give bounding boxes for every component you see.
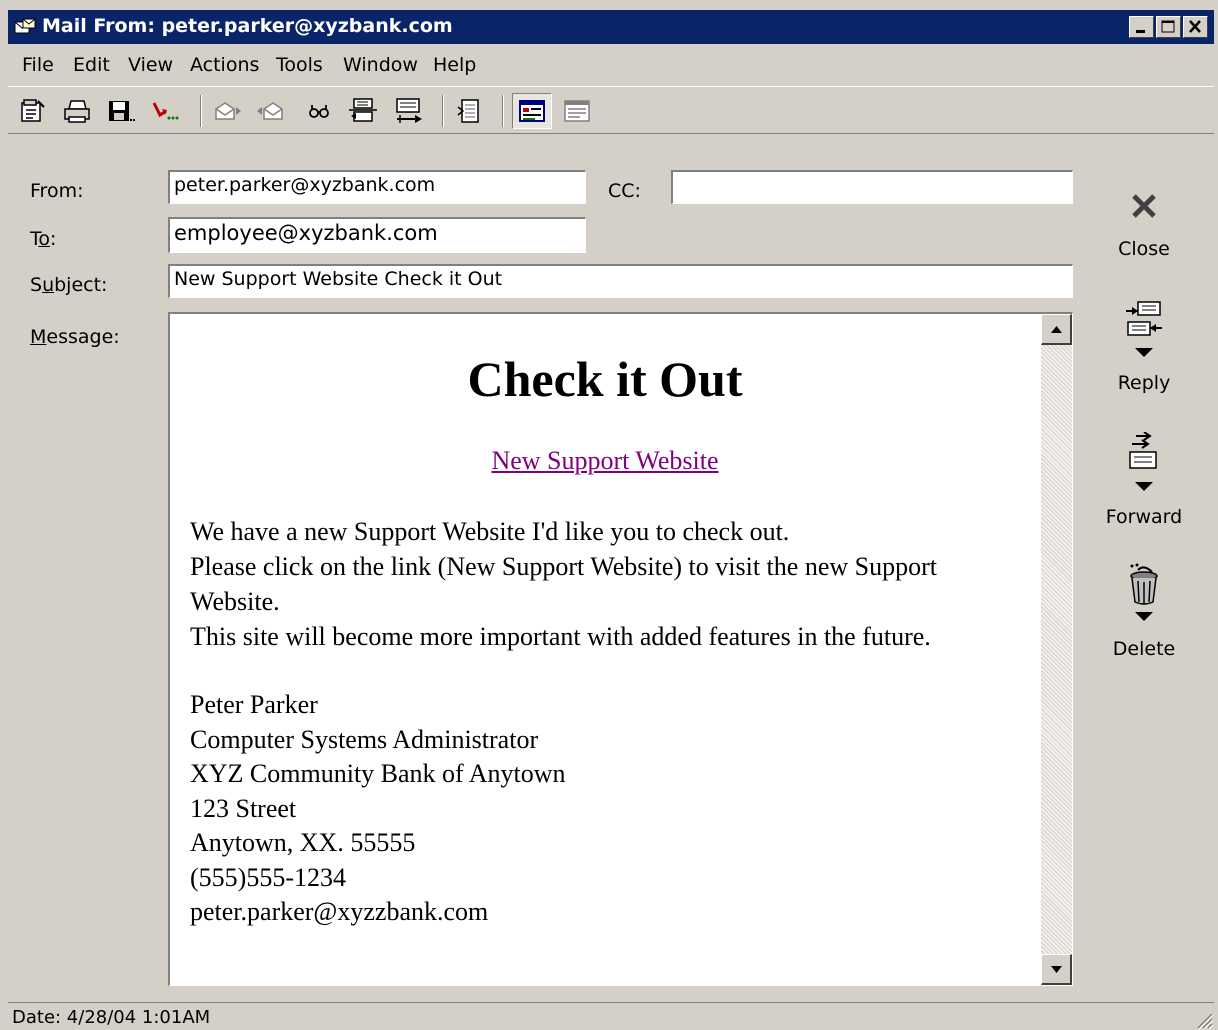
find-icon[interactable] (304, 97, 334, 125)
menu-window[interactable]: Window (343, 54, 418, 76)
signature-line: Anytown, XX. 55555 (190, 828, 416, 857)
menu-view[interactable]: View (128, 54, 173, 76)
delete-button[interactable]: Delete (1098, 558, 1190, 660)
forward-message-icon (1129, 432, 1157, 491)
message-line: Please click on the link (New Support We… (190, 552, 937, 616)
move-to-folder-icon[interactable] (150, 97, 180, 125)
forward-label: Forward (1105, 506, 1183, 528)
message-heading: Check it Out (467, 351, 743, 407)
status-bar: Date: 4/28/04 1:01AM (8, 1002, 1214, 1030)
reply-label: Reply (1117, 372, 1171, 394)
reply-button[interactable]: Reply (1098, 298, 1190, 394)
next-item-icon[interactable] (256, 97, 286, 125)
subject-label: Subject: (30, 274, 108, 296)
scroll-down-button[interactable] (1041, 954, 1072, 985)
menu-edit[interactable]: Edit (73, 54, 110, 76)
html-view-icon (519, 100, 545, 122)
forward-button[interactable]: Forward (1098, 430, 1190, 528)
signature: Peter Parker Computer Systems Administra… (190, 688, 1020, 930)
from-field[interactable]: peter.parker@xyzbank.com (168, 170, 586, 204)
print-icon[interactable] (62, 97, 92, 125)
minimize-button[interactable] (1129, 16, 1154, 38)
text-view-icon[interactable] (562, 97, 592, 125)
address-book-icon[interactable] (454, 97, 484, 125)
signature-line: Peter Parker (190, 690, 318, 719)
reply-to-all-icon[interactable] (348, 97, 378, 125)
arrow-up-icon (1051, 326, 1062, 333)
signature-line: (555)555-1234 (190, 862, 346, 892)
delete-label: Delete (1112, 638, 1176, 660)
reply-icon (1126, 301, 1162, 357)
to-label: To: (30, 228, 57, 250)
resize-grip-icon[interactable] (1192, 1008, 1214, 1030)
mail-message-icon (14, 18, 36, 34)
minimize-icon (1136, 30, 1145, 33)
from-label: From: (30, 180, 84, 202)
properties-icon[interactable] (18, 97, 48, 125)
subject-field[interactable]: New Support Website Check it Out (168, 264, 1073, 298)
close-icon (1189, 20, 1201, 33)
html-view-toggle[interactable] (512, 93, 552, 129)
menu-actions[interactable]: Actions (190, 54, 259, 76)
cc-label: CC: (608, 180, 641, 202)
to-field[interactable]: employee@xyzbank.com (168, 217, 586, 253)
window-title: Mail From: peter.parker@xyzbank.com (42, 15, 453, 37)
mail-window: Mail From: peter.parker@xyzbank.com File… (8, 10, 1214, 1030)
message-body[interactable]: Check it Out New Support Website We have… (168, 312, 1073, 986)
arrow-down-icon (1051, 966, 1062, 973)
close-x-icon (1132, 194, 1156, 218)
close-button[interactable]: Close (1098, 178, 1190, 260)
message-paragraph: We have a new Support Website I'd like y… (190, 514, 1020, 654)
signature-line: Computer Systems Administrator (190, 724, 539, 754)
signature-line: XYZ Community Bank of Anytown (190, 759, 566, 788)
message-line: This site will become more important wit… (190, 622, 931, 651)
maximize-icon (1161, 20, 1175, 33)
cc-field[interactable] (671, 170, 1073, 204)
save-icon[interactable] (106, 97, 136, 125)
maximize-button[interactable] (1156, 16, 1181, 38)
signature-line: peter.parker@xyzzbank.com (190, 897, 489, 926)
message-line: We have a new Support Website I'd like y… (190, 517, 790, 546)
toolbar (8, 86, 1214, 134)
vertical-scrollbar[interactable] (1041, 314, 1072, 985)
close-window-button[interactable] (1183, 16, 1208, 38)
forward-icon[interactable] (394, 97, 424, 125)
support-website-link[interactable]: New Support Website (491, 446, 718, 475)
scroll-up-button[interactable] (1041, 314, 1072, 345)
close-label: Close (1118, 238, 1170, 260)
date-status: Date: 4/28/04 1:01AM (12, 1007, 211, 1028)
menu-bar: File Edit View Actions Tools Window Help (8, 48, 1214, 80)
title-bar[interactable]: Mail From: peter.parker@xyzbank.com (8, 10, 1214, 44)
trash-can-icon (1130, 563, 1158, 621)
menu-help[interactable]: Help (433, 54, 476, 76)
signature-line: 123 Street (190, 793, 297, 823)
menu-file[interactable]: File (22, 54, 54, 76)
menu-tools[interactable]: Tools (276, 54, 323, 76)
previous-item-icon[interactable] (212, 97, 242, 125)
message-content: Check it Out New Support Website We have… (170, 314, 1040, 984)
message-label: Message: (30, 326, 120, 348)
